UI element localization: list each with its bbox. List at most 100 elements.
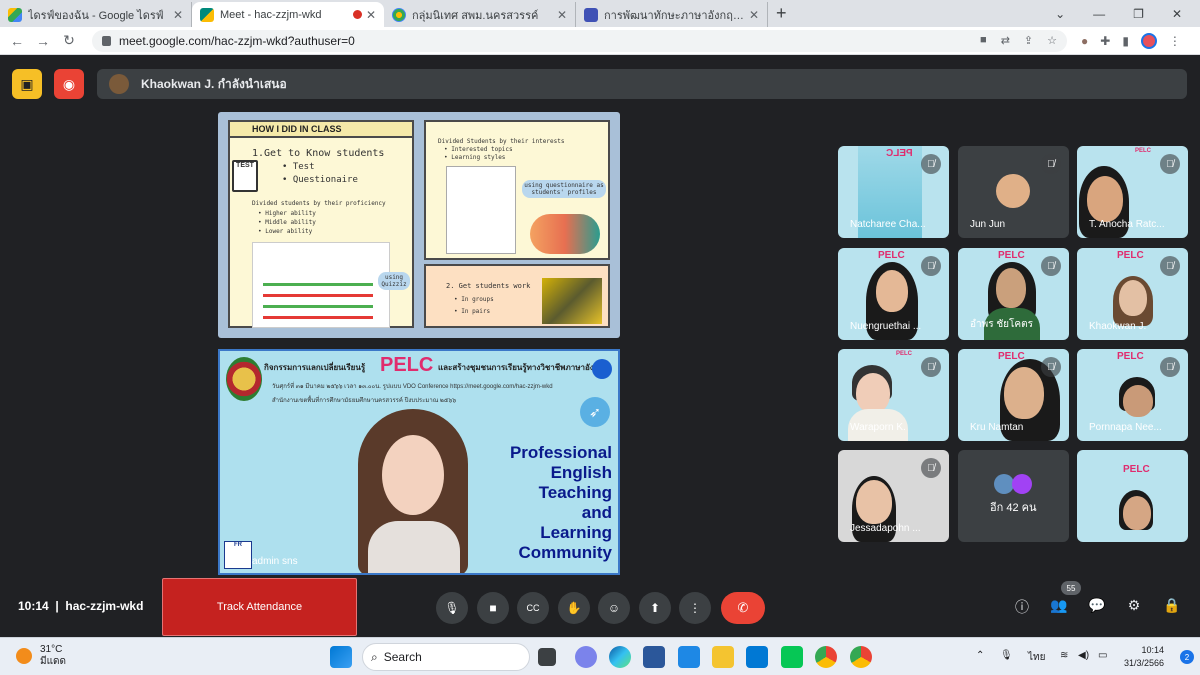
taskbar-clock[interactable]: 10:14 31/3/2566: [1124, 644, 1164, 670]
participant-tile[interactable]: PELC 🎙̸ Nuengruethai ...: [838, 248, 949, 340]
weather-sun-icon[interactable]: [16, 648, 32, 664]
side-panel-icon[interactable]: ▮: [1122, 34, 1129, 48]
raise-hand-button[interactable]: ✋: [558, 592, 590, 624]
l-app-icon[interactable]: [678, 646, 700, 668]
restore-icon[interactable]: ❐: [1133, 7, 1144, 21]
quizziz-screenshot: [252, 242, 390, 328]
close-icon[interactable]: ✕: [366, 8, 376, 22]
tile-slide-label: PELC: [1117, 351, 1144, 362]
minimize-icon[interactable]: —: [1093, 7, 1105, 21]
mail-icon[interactable]: [746, 646, 768, 668]
participant-tile[interactable]: PELC 🎙̸ Pornnapa Nee...: [1077, 349, 1188, 441]
presenting-off-button[interactable]: ▣: [12, 69, 42, 99]
browser-tab-meet[interactable]: Meet - hac-zzjm-wkd ✕: [192, 2, 384, 27]
teams-chat-icon[interactable]: [575, 646, 597, 668]
browser-tab-drive[interactable]: ไดรฟ์ของฉัน - Google ไดรฟ์ ✕: [0, 2, 192, 27]
recording-button[interactable]: ◉: [54, 69, 84, 99]
avatar: [994, 474, 1014, 494]
notification-badge[interactable]: 2: [1180, 650, 1194, 664]
banner-pelc: PELC: [380, 354, 434, 376]
participant-tile[interactable]: PELC: [1077, 450, 1188, 542]
participant-tile[interactable]: 🎙̸ Jun Jun: [958, 146, 1069, 238]
camera-icon[interactable]: ■: [980, 34, 987, 47]
tab-search-icon[interactable]: ⌄: [1055, 7, 1065, 21]
line-icon[interactable]: [781, 646, 803, 668]
task-view-icon[interactable]: [538, 648, 556, 666]
participant-tile[interactable]: PELC 🎙̸ Khaokwan J.: [1077, 248, 1188, 340]
word-icon[interactable]: [643, 646, 665, 668]
lock-icon[interactable]: [102, 35, 111, 46]
browser-tab-english[interactable]: การพัฒนาทักษะภาษาอังกฤษ English ✕: [576, 2, 768, 27]
participant-tile[interactable]: PELC 🎙̸ อำพร ชัยโคตร: [958, 248, 1069, 340]
mic-button[interactable]: 🎙: [436, 592, 468, 624]
presentation-slide: HOW I DID IN CLASS 1.Get to Know student…: [218, 112, 620, 338]
chrome-profile-icon[interactable]: [850, 646, 872, 668]
show-hidden-icons-icon[interactable]: ⌃: [976, 650, 984, 661]
more-participants-tile[interactable]: อีก 42 คน: [958, 450, 1069, 542]
windows-start-icon[interactable]: [330, 646, 352, 668]
close-icon[interactable]: ✕: [173, 8, 183, 22]
battery-icon[interactable]: ▭: [1098, 650, 1107, 661]
mic-tray-icon[interactable]: 🎙: [1000, 650, 1013, 661]
forward-icon[interactable]: →: [30, 33, 56, 49]
clock-date: 31/3/2566: [1123, 658, 1164, 668]
volume-icon[interactable]: ◀): [1078, 650, 1089, 661]
item-students-work: 2. Get students work: [446, 282, 531, 290]
bookmark-star-icon[interactable]: ☆: [1047, 34, 1057, 47]
participant-tile[interactable]: PELC 🎙̸ Kru Namtan: [958, 349, 1069, 441]
back-icon[interactable]: ←: [4, 33, 30, 49]
edge-icon[interactable]: [609, 646, 631, 668]
extension-avatar-icon[interactable]: ●: [1081, 34, 1088, 48]
participant-tile[interactable]: PELC 🎙̸ Waraporn K.: [838, 349, 949, 441]
camera-button[interactable]: ■: [477, 592, 509, 624]
translate-icon[interactable]: ⇄: [1001, 34, 1010, 47]
weather-widget[interactable]: 31°C มีแดด: [40, 644, 66, 668]
close-icon[interactable]: ✕: [557, 8, 567, 22]
students-illustration: [530, 214, 600, 254]
bullet-pairs: • In pairs: [454, 308, 491, 315]
test-clipboard-icon: TEST: [232, 160, 258, 192]
host-controls-icon[interactable]: 🔒: [1162, 597, 1182, 614]
participant-count-badge: 55: [1061, 581, 1081, 595]
url-field[interactable]: meet.google.com/hac-zzjm-wkd?authuser=0 …: [92, 29, 1067, 52]
people-icon[interactable]: 👥: [1049, 597, 1069, 614]
wifi-icon[interactable]: ≋: [1060, 650, 1068, 661]
present-button[interactable]: ⬆: [639, 592, 671, 624]
browser-tab-group[interactable]: กลุ่มนิเทศ สพม.นครสวรรค์ ✕: [384, 2, 576, 27]
profile-icon[interactable]: [1140, 32, 1157, 49]
chat-icon[interactable]: 💬: [1087, 597, 1107, 614]
file-explorer-icon[interactable]: [712, 646, 734, 668]
chrome-icon[interactable]: [815, 646, 837, 668]
taskbar-search[interactable]: ⌕ Search: [362, 643, 530, 671]
participant-name: Jun Jun: [970, 219, 1006, 230]
leave-call-button[interactable]: ✆: [721, 592, 765, 624]
browser-tab-bar: ไดรฟ์ของฉัน - Google ไดรฟ์ ✕ Meet - hac-…: [0, 0, 1200, 27]
participant-tile[interactable]: PELC 🎙̸ T. Anocha Ratc...: [1077, 146, 1188, 238]
info-icon[interactable]: ⓘ: [1012, 597, 1032, 617]
close-window-icon[interactable]: ✕: [1172, 7, 1182, 21]
new-tab-button[interactable]: +: [768, 3, 797, 27]
activities-icon[interactable]: ⚙: [1124, 597, 1144, 614]
mic-off-icon: 🎙̸: [1160, 256, 1180, 276]
extensions-puzzle-icon[interactable]: ✚: [1100, 34, 1110, 48]
track-attendance-button[interactable]: Track Attendance: [162, 578, 357, 636]
reactions-button[interactable]: ☺: [598, 592, 630, 624]
captions-button[interactable]: CC: [517, 592, 549, 624]
share-icon[interactable]: ⇪: [1024, 34, 1033, 47]
menu-icon[interactable]: ⋮: [1169, 34, 1181, 48]
using-quizziz-note: using Quizziz: [378, 272, 410, 290]
close-icon[interactable]: ✕: [749, 8, 759, 22]
reload-icon[interactable]: ↻: [56, 32, 82, 49]
more-options-button[interactable]: ⋮: [679, 592, 711, 624]
mic-off-icon: 🎙̸: [921, 154, 941, 174]
presenter-video: กิจกรรมการแลกเปลี่ยนเรียนรู้ PELC และสร้…: [218, 349, 620, 575]
language-indicator[interactable]: ไทย: [1028, 650, 1045, 665]
windows-taskbar: 31°C มีแดด ⌕ Search ⌃ 🎙 ไทย ≋ ◀) ▭ 10:14…: [0, 637, 1200, 675]
participant-tile[interactable]: PELC 🎙̸ Natcharee Cha...: [838, 146, 949, 238]
proficiency-title: Divided students by their proficiency: [252, 200, 386, 207]
tile-slide-label: PELC: [896, 351, 913, 357]
participant-name: Waraporn K.: [850, 422, 906, 433]
mic-off-icon: 🎙̸: [1160, 154, 1180, 174]
participant-tile[interactable]: 🎙̸ Jessadapohn ...: [838, 450, 949, 542]
bullet-questionaire: • Questionaire: [282, 175, 358, 185]
